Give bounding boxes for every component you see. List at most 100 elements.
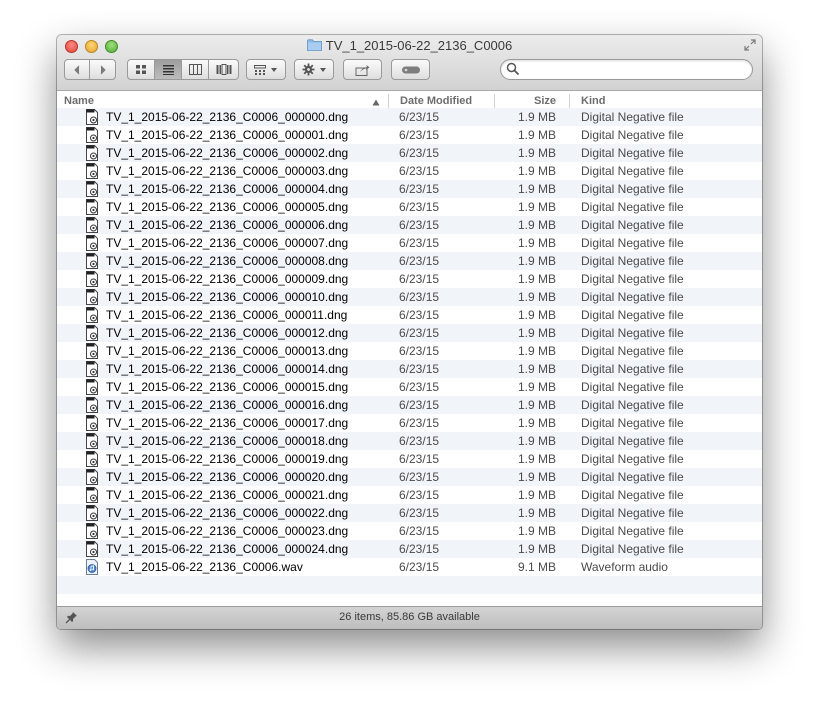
file-name: TV_1_2015-06-22_2136_C0006_000001.dng xyxy=(106,128,349,142)
file-name: TV_1_2015-06-22_2136_C0006_000012.dng xyxy=(106,326,349,340)
file-size: 1.9 MB xyxy=(517,452,556,466)
action-button[interactable] xyxy=(294,59,334,80)
column-divider[interactable] xyxy=(494,94,495,108)
file-row[interactable]: TV_1_2015-06-22_2136_C0006_000016.dng 6/2… xyxy=(57,396,762,414)
column-divider[interactable] xyxy=(388,94,389,108)
file-row[interactable]: TV_1_2015-06-22_2136_C0006_000020.dng 6/2… xyxy=(57,468,762,486)
file-date-modified: 6/23/15 xyxy=(399,452,440,466)
dng-file-icon xyxy=(85,541,99,557)
fullscreen-icon[interactable] xyxy=(744,39,756,51)
file-date-modified: 6/23/15 xyxy=(399,380,440,394)
forward-button[interactable] xyxy=(90,59,116,80)
file-row[interactable]: TV_1_2015-06-22_2136_C0006_000005.dng 6/2… xyxy=(57,198,762,216)
file-row[interactable]: TV_1_2015-06-22_2136_C0006_000017.dng 6/2… xyxy=(57,414,762,432)
name-column-label: Name xyxy=(64,95,94,107)
file-size: 1.9 MB xyxy=(517,236,556,250)
share-button[interactable] xyxy=(343,59,382,80)
file-row[interactable]: TV_1_2015-06-22_2136_C0006_000002.dng 6/2… xyxy=(57,144,762,162)
file-name: TV_1_2015-06-22_2136_C0006_000003.dng xyxy=(106,164,349,178)
file-date-modified: 6/23/15 xyxy=(399,344,440,358)
icon-view-button[interactable] xyxy=(127,59,155,80)
file-kind: Digital Negative file xyxy=(581,524,684,538)
back-button[interactable] xyxy=(64,59,90,80)
file-row[interactable]: TV_1_2015-06-22_2136_C0006_000022.dng 6/2… xyxy=(57,504,762,522)
file-row[interactable]: TV_1_2015-06-22_2136_C0006_000009.dng 6/2… xyxy=(57,270,762,288)
file-date-modified: 6/23/15 xyxy=(399,254,440,268)
file-kind: Digital Negative file xyxy=(581,290,684,304)
file-size: 1.9 MB xyxy=(517,362,556,376)
file-size: 1.9 MB xyxy=(517,182,556,196)
file-date-modified: 6/23/15 xyxy=(399,398,440,412)
file-row[interactable]: TV_1_2015-06-22_2136_C0006_000011.dng 6/2… xyxy=(57,306,762,324)
dng-file-icon xyxy=(85,109,99,125)
file-row[interactable]: TV_1_2015-06-22_2136_C0006_000004.dng 6/2… xyxy=(57,180,762,198)
file-row[interactable]: TV_1_2015-06-22_2136_C0006_000013.dng 6/2… xyxy=(57,342,762,360)
file-row[interactable]: TV_1_2015-06-22_2136_C0006_000007.dng 6/2… xyxy=(57,234,762,252)
chevron-down-icon xyxy=(271,67,277,72)
file-row[interactable]: TV_1_2015-06-22_2136_C0006_000008.dng 6/2… xyxy=(57,252,762,270)
file-date-modified: 6/23/15 xyxy=(399,290,440,304)
status-bar: 26 items, 85.86 GB available xyxy=(57,606,762,629)
dng-file-icon xyxy=(85,325,99,341)
file-name: TV_1_2015-06-22_2136_C0006_000013.dng xyxy=(106,344,349,358)
list-view-button[interactable] xyxy=(155,59,182,80)
file-date-modified: 6/23/15 xyxy=(399,434,440,448)
dng-file-icon xyxy=(85,523,99,539)
file-row[interactable]: TV_1_2015-06-22_2136_C0006_000024.dng 6/2… xyxy=(57,540,762,558)
chevron-down-icon xyxy=(319,67,326,72)
file-kind: Digital Negative file xyxy=(581,128,684,142)
file-row[interactable]: TV_1_2015-06-22_2136_C0006_000014.dng 6/2… xyxy=(57,360,762,378)
file-size: 1.9 MB xyxy=(517,308,556,322)
file-name: TV_1_2015-06-22_2136_C0006.wav xyxy=(106,560,303,574)
file-row[interactable]: TV_1_2015-06-22_2136_C0006_000010.dng 6/2… xyxy=(57,288,762,306)
audio-file-icon xyxy=(85,559,99,575)
column-divider[interactable] xyxy=(569,94,570,108)
file-date-modified: 6/23/15 xyxy=(399,182,440,196)
file-row[interactable]: TV_1_2015-06-22_2136_C0006_000018.dng 6/2… xyxy=(57,432,762,450)
window-title: TV_1_2015-06-22_2136_C0006 xyxy=(57,38,762,53)
tag-button[interactable] xyxy=(391,59,430,80)
file-row[interactable]: TV_1_2015-06-22_2136_C0006_000019.dng 6/2… xyxy=(57,450,762,468)
date-column-label: Date Modified xyxy=(400,95,473,107)
view-switcher xyxy=(127,59,239,80)
file-row[interactable]: TV_1_2015-06-22_2136_C0006_000023.dng 6/2… xyxy=(57,522,762,540)
file-name: TV_1_2015-06-22_2136_C0006_000021.dng xyxy=(106,488,349,502)
file-name: TV_1_2015-06-22_2136_C0006_000002.dng xyxy=(106,146,349,160)
size-column-label: Size xyxy=(533,95,556,107)
dng-file-icon xyxy=(85,379,99,395)
file-name: TV_1_2015-06-22_2136_C0006_000022.dng xyxy=(106,506,349,520)
file-row[interactable]: TV_1_2015-06-22_2136_C0006_000012.dng 6/2… xyxy=(57,324,762,342)
file-row[interactable]: TV_1_2015-06-22_2136_C0006_000006.dng 6/2… xyxy=(57,216,762,234)
file-size: 1.9 MB xyxy=(517,416,556,430)
list-view-icon xyxy=(162,65,174,75)
file-row[interactable]: TV_1_2015-06-22_2136_C0006_000015.dng 6/2… xyxy=(57,378,762,396)
empty-row xyxy=(57,576,762,594)
arrange-button[interactable] xyxy=(246,59,286,80)
file-name: TV_1_2015-06-22_2136_C0006_000017.dng xyxy=(106,416,349,430)
search-field[interactable] xyxy=(500,59,753,80)
file-name: TV_1_2015-06-22_2136_C0006_000004.dng xyxy=(106,182,349,196)
file-row[interactable]: TV_1_2015-06-22_2136_C0006_000003.dng 6/2… xyxy=(57,162,762,180)
file-name: TV_1_2015-06-22_2136_C0006_000007.dng xyxy=(106,236,349,250)
file-date-modified: 6/23/15 xyxy=(399,272,440,286)
file-row[interactable]: TV_1_2015-06-22_2136_C0006.wav 6/23/15 9.1… xyxy=(57,558,762,576)
file-kind: Digital Negative file xyxy=(581,182,684,196)
file-name: TV_1_2015-06-22_2136_C0006_000020.dng xyxy=(106,470,349,484)
file-name: TV_1_2015-06-22_2136_C0006_000006.dng xyxy=(106,218,349,232)
file-kind: Digital Negative file xyxy=(581,398,684,412)
column-view-button[interactable] xyxy=(182,59,209,80)
file-row[interactable]: TV_1_2015-06-22_2136_C0006_000000.dng 6/2… xyxy=(57,108,762,126)
dng-file-icon xyxy=(85,145,99,161)
file-size: 1.9 MB xyxy=(517,398,556,412)
chevron-left-icon xyxy=(74,65,80,74)
file-kind: Waveform audio xyxy=(581,560,668,574)
file-date-modified: 6/23/15 xyxy=(399,362,440,376)
file-row[interactable]: TV_1_2015-06-22_2136_C0006_000001.dng 6/2… xyxy=(57,126,762,144)
file-kind: Digital Negative file xyxy=(581,308,684,322)
file-date-modified: 6/23/15 xyxy=(399,236,440,250)
cover-flow-button[interactable] xyxy=(209,59,239,80)
file-name: TV_1_2015-06-22_2136_C0006_000023.dng xyxy=(106,524,349,538)
file-size: 1.9 MB xyxy=(517,164,556,178)
icon-view-icon xyxy=(136,65,146,74)
file-row[interactable]: TV_1_2015-06-22_2136_C0006_000021.dng 6/2… xyxy=(57,486,762,504)
